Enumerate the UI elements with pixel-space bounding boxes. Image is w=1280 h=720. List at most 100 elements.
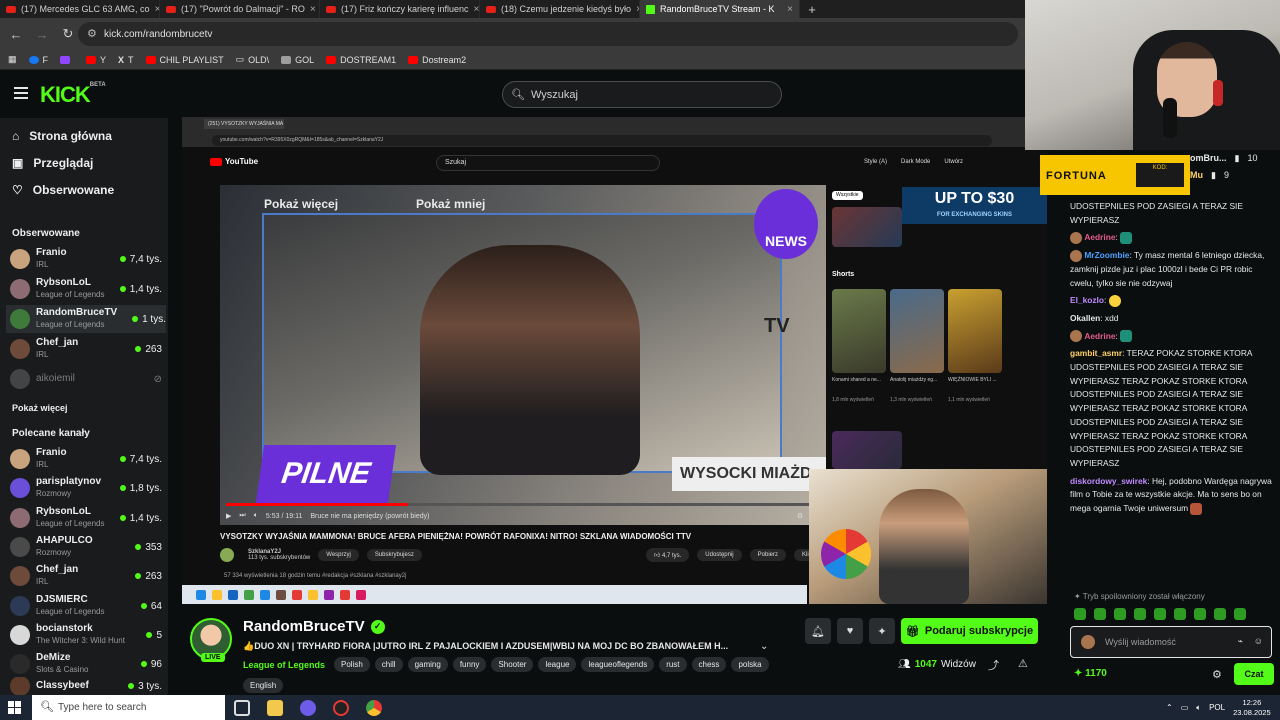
close-icon[interactable]: ×	[474, 4, 479, 15]
browser-tab-active[interactable]: RandomBruceTV Stream - K ×	[640, 0, 800, 18]
bookmark[interactable]: CHIL PLAYLIST	[145, 55, 224, 65]
bookmark-folder[interactable]: ▭ OLD\	[236, 54, 270, 65]
youtube-video-meta: SzklanaY2J 113 tys. subskrybentów Wesprzy…	[220, 547, 820, 563]
sidebar-channel[interactable]: bocianstork The Witcher 3: Wild Hunt 5	[10, 621, 162, 649]
menu-icon[interactable]	[14, 87, 28, 99]
chevron-up-icon[interactable]: ⌃	[1166, 703, 1173, 712]
emote-icon[interactable]	[1194, 608, 1206, 620]
site-info-icon[interactable]: ⚙	[87, 27, 97, 40]
next-icon[interactable]: ⏭	[239, 512, 245, 520]
tag[interactable]: English	[243, 678, 284, 693]
network-icon[interactable]: ▭	[1181, 703, 1189, 712]
sidebar-channel[interactable]: parisplatynov Rozmowy 1,8 tys.	[10, 474, 162, 502]
taskbar-search[interactable]: 🔍︎ Type here to search	[32, 695, 225, 720]
progress-bar[interactable]	[226, 503, 812, 506]
tag[interactable]: polska	[731, 657, 769, 672]
volume-icon[interactable]: 🔈︎	[254, 512, 258, 520]
nav-home[interactable]: ⌂ Strona główna	[12, 129, 112, 143]
clip-button[interactable]: ✦	[869, 618, 895, 644]
sidebar-channel-selected[interactable]: RandomBruceTV League of Legends 1 tys.	[6, 305, 166, 333]
send-chat-button[interactable]: Czat	[1234, 663, 1274, 685]
browser-tab[interactable]: (17) "Powrót do Dalmacji" - RO ×	[160, 0, 320, 18]
command-icon[interactable]: ⌁	[1238, 636, 1243, 647]
volume-icon[interactable]: 🔈︎	[1196, 703, 1201, 713]
browser-tab[interactable]: (18) Czemu jedzenie kiedyś było×	[480, 0, 640, 18]
chat-input[interactable]: Wyślij wiadomość ⌁ ☺	[1070, 626, 1272, 658]
tag[interactable]: league	[538, 657, 577, 672]
sidebar-channel[interactable]: Chef_jan IRL 263	[10, 562, 162, 590]
sidebar-channel[interactable]: Franio IRL 7,4 tys.	[10, 445, 162, 473]
task-view-icon[interactable]	[234, 700, 250, 716]
emote-icon[interactable]	[1094, 608, 1106, 620]
reload-icon[interactable]: ↻	[60, 26, 76, 42]
nav-following[interactable]: ♡ Obserwowane	[12, 183, 114, 197]
gear-icon[interactable]: ⚙	[1212, 668, 1222, 681]
tag[interactable]: rust	[659, 657, 687, 672]
sidebar-channel[interactable]: Chef_jan IRL 263	[10, 335, 162, 363]
forward-icon[interactable]: →	[34, 27, 50, 42]
sidebar-channel[interactable]: Franio IRL 7,4 tys.	[10, 245, 162, 273]
obs-icon[interactable]	[333, 700, 349, 716]
browser-tab[interactable]: (17) Mercedes GLC 63 AMG, co ×	[0, 0, 160, 18]
tag[interactable]: Shooter	[491, 657, 534, 672]
show-more-link[interactable]: Pokaż więcej	[12, 403, 68, 413]
emote-icon[interactable]	[1174, 608, 1186, 620]
clock[interactable]: 12:26 23.08.2025	[1233, 698, 1271, 718]
tag[interactable]: chess	[691, 657, 727, 672]
bookmark[interactable]	[60, 55, 74, 64]
bookmark[interactable]: GOL	[281, 55, 314, 65]
new-tab-button[interactable]: +	[800, 0, 824, 18]
share-icon[interactable]: ⤴	[988, 657, 999, 673]
sidebar-channel[interactable]: AHAPULCO Rozmowy 353	[10, 533, 162, 561]
file-explorer-icon[interactable]	[267, 700, 283, 716]
sidebar-channel-offline[interactable]: aikoiemil ⊘	[10, 365, 162, 393]
emote-icon[interactable]	[1234, 608, 1246, 620]
close-icon[interactable]: ×	[310, 4, 316, 15]
promo-banner: UP TO $30 FOR EXCHANGING SKINS	[902, 187, 1047, 224]
emote-icon[interactable]	[1214, 608, 1226, 620]
follow-button[interactable]: ♥	[837, 618, 863, 644]
video-player[interactable]: (251) VYSOTZKY WYJAŚNIA MA youtube.com/w…	[182, 117, 1047, 604]
sidebar-channel[interactable]: RybsonLoL League of Legends 1,4 tys.	[10, 275, 162, 303]
emoji-icon[interactable]: ☺	[1254, 636, 1263, 646]
emote-icon[interactable]	[1114, 608, 1126, 620]
tag[interactable]: funny	[452, 657, 487, 672]
close-icon[interactable]: ×	[787, 4, 793, 15]
report-icon[interactable]: ⚠	[1018, 657, 1028, 670]
sidebar-channel[interactable]: RybsonLoL League of Legends 1,4 tys.	[10, 504, 162, 532]
bookmark[interactable]: Dostream2	[408, 55, 466, 65]
emote-icon[interactable]	[1154, 608, 1166, 620]
notifications-button[interactable]: 🔔︎	[805, 618, 831, 644]
nav-browse[interactable]: ▣ Przeglądaj	[12, 156, 93, 170]
emote-icon[interactable]	[1074, 608, 1086, 620]
kick-logo[interactable]: KICKBETA	[40, 82, 106, 108]
browser-tab[interactable]: (17) Friz kończy karierę influenc ×	[320, 0, 480, 18]
bookmark[interactable]: F	[28, 55, 48, 65]
sidebar-channel[interactable]: DJSMIERC League of Legends 64	[10, 592, 162, 620]
url-field[interactable]: ⚙ kick.com/randombrucetv	[78, 22, 1018, 46]
discord-icon[interactable]	[300, 700, 316, 716]
tag[interactable]: Polish	[334, 657, 370, 672]
back-icon[interactable]: ←	[8, 27, 24, 42]
bookmark[interactable]: XT	[118, 55, 134, 65]
bookmark[interactable]: DOSTREAM1	[326, 55, 396, 65]
chat-message: gambit_asmr: TERAZ POKAZ STORKE KTORA UD…	[1070, 348, 1252, 468]
settings-icon[interactable]: ⚙	[797, 512, 803, 520]
chrome-icon[interactable]	[366, 700, 382, 716]
tag[interactable]: leagueoflegends	[581, 657, 655, 672]
sidebar-channel[interactable]: Classybeef 3 tys.	[10, 677, 162, 695]
streamer-name[interactable]: RandomBruceTV ✓	[243, 618, 385, 635]
chevron-down-icon[interactable]: ⌄	[760, 641, 768, 652]
search-input[interactable]: 🔍︎ Wyszukaj	[502, 81, 782, 108]
stream-category[interactable]: League of Legends	[243, 660, 325, 670]
channel-points[interactable]: ✦ 1170	[1074, 668, 1107, 679]
windows-start-icon[interactable]	[8, 701, 21, 714]
gift-subscription-button[interactable]: 🎁︎ Podaruj subskrypcje	[901, 618, 1038, 644]
play-icon[interactable]: ▶	[226, 512, 231, 520]
apps-icon[interactable]: ▦	[8, 54, 17, 65]
tag[interactable]: gaming	[407, 657, 448, 672]
sidebar-channel[interactable]: DeMize Slots & Casino 96	[10, 650, 162, 678]
emote-icon[interactable]	[1134, 608, 1146, 620]
bookmark[interactable]: Y	[86, 55, 106, 65]
tag[interactable]: chill	[374, 657, 403, 672]
